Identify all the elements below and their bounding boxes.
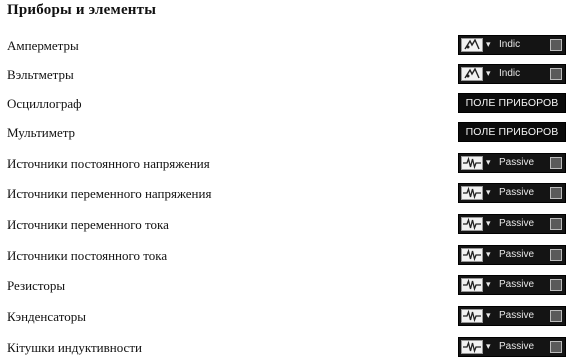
component-type: Passive [499, 279, 535, 290]
component-type: Indic [499, 68, 521, 79]
row-label: Резисторы [7, 278, 66, 293]
checkbox[interactable] [550, 157, 562, 169]
resistor-icon [461, 278, 483, 292]
component-selector[interactable]: ▾ Passive [458, 245, 566, 265]
checkbox[interactable] [550, 310, 562, 322]
chevron-down-icon[interactable]: ▾ [486, 341, 491, 352]
chevron-down-icon[interactable]: ▾ [486, 68, 491, 79]
component-type: Passive [499, 249, 535, 260]
list-item-inductors: Кітушки индуктивности ▾ Passive [0, 336, 573, 360]
resistor-icon [461, 309, 483, 323]
row-label: Источники постоянного тока [7, 248, 168, 263]
row-label: Кітушки индуктивности [7, 340, 142, 355]
row-label: Источники переменного тока [7, 217, 169, 232]
component-type: Indic [499, 39, 521, 50]
list-item-dc-voltage-sources: Источники постоянного напряжения ▾ Passi… [0, 152, 573, 176]
panel-label: ПОЛЕ ПРИБОРОВ [465, 126, 559, 138]
meter-icon [461, 38, 483, 52]
component-type: Passive [499, 187, 535, 198]
list-item-ac-current-sources: Источники переменного тока ▾ Passive [0, 213, 573, 237]
panel-label: ПОЛЕ ПРИБОРОВ [465, 97, 559, 109]
checkbox[interactable] [550, 187, 562, 199]
component-selector[interactable]: ▾ Passive [458, 153, 566, 173]
resistor-icon [461, 248, 483, 262]
component-selector[interactable]: ▾ Passive [458, 275, 566, 295]
list-item-oscilloscope: Осциллограф ПОЛЕ ПРИБОРОВ [0, 92, 573, 116]
row-label: Амперметры [7, 38, 79, 53]
row-label: Мультиметр [7, 125, 76, 140]
list-item-ammeters: Амперметры ▾ Indic [0, 34, 573, 58]
component-selector[interactable]: ▾ Indic [458, 64, 566, 84]
component-selector[interactable]: ▾ Passive [458, 183, 566, 203]
component-type: Passive [499, 157, 535, 168]
chevron-down-icon[interactable]: ▾ [486, 249, 491, 260]
component-selector[interactable]: ▾ Passive [458, 337, 566, 357]
resistor-icon [461, 217, 483, 231]
chevron-down-icon[interactable]: ▾ [486, 310, 491, 321]
row-label: Вэльтметры [7, 67, 74, 82]
checkbox[interactable] [550, 341, 562, 353]
resistor-icon [461, 340, 483, 354]
checkbox[interactable] [550, 39, 562, 51]
chevron-down-icon[interactable]: ▾ [486, 279, 491, 290]
chevron-down-icon[interactable]: ▾ [486, 187, 491, 198]
component-type: Passive [499, 218, 535, 229]
list-item-resistors: Резисторы ▾ Passive [0, 274, 573, 298]
row-label: Кэнденсаторы [7, 309, 86, 324]
meter-icon [461, 67, 483, 81]
page-title: Приборы и элементы [7, 2, 157, 18]
list-item-capacitors: Кэнденсаторы ▾ Passive [0, 305, 573, 329]
component-selector[interactable]: ▾ Indic [458, 35, 566, 55]
row-label: Источники постоянного напряжения [7, 156, 210, 171]
chevron-down-icon[interactable]: ▾ [486, 157, 491, 168]
component-type: Passive [499, 341, 535, 352]
component-type: Passive [499, 310, 535, 321]
checkbox[interactable] [550, 218, 562, 230]
instrument-panel-button[interactable]: ПОЛЕ ПРИБОРОВ [458, 122, 566, 142]
list-item-multimeter: Мультиметр ПОЛЕ ПРИБОРОВ [0, 121, 573, 145]
row-label: Источники переменного напряжения [7, 186, 212, 201]
list-item-ac-voltage-sources: Источники переменного напряжения ▾ Passi… [0, 182, 573, 206]
list-item-dc-current-sources: Источники постоянного тока ▾ Passive [0, 244, 573, 268]
checkbox[interactable] [550, 249, 562, 261]
row-label: Осциллограф [7, 96, 82, 111]
component-selector[interactable]: ▾ Passive [458, 214, 566, 234]
checkbox[interactable] [550, 279, 562, 291]
instrument-panel-button[interactable]: ПОЛЕ ПРИБОРОВ [458, 93, 566, 113]
chevron-down-icon[interactable]: ▾ [486, 39, 491, 50]
resistor-icon [461, 156, 483, 170]
list-item-voltmeters: Вэльтметры ▾ Indic [0, 63, 573, 87]
chevron-down-icon[interactable]: ▾ [486, 218, 491, 229]
component-selector[interactable]: ▾ Passive [458, 306, 566, 326]
checkbox[interactable] [550, 68, 562, 80]
resistor-icon [461, 186, 483, 200]
